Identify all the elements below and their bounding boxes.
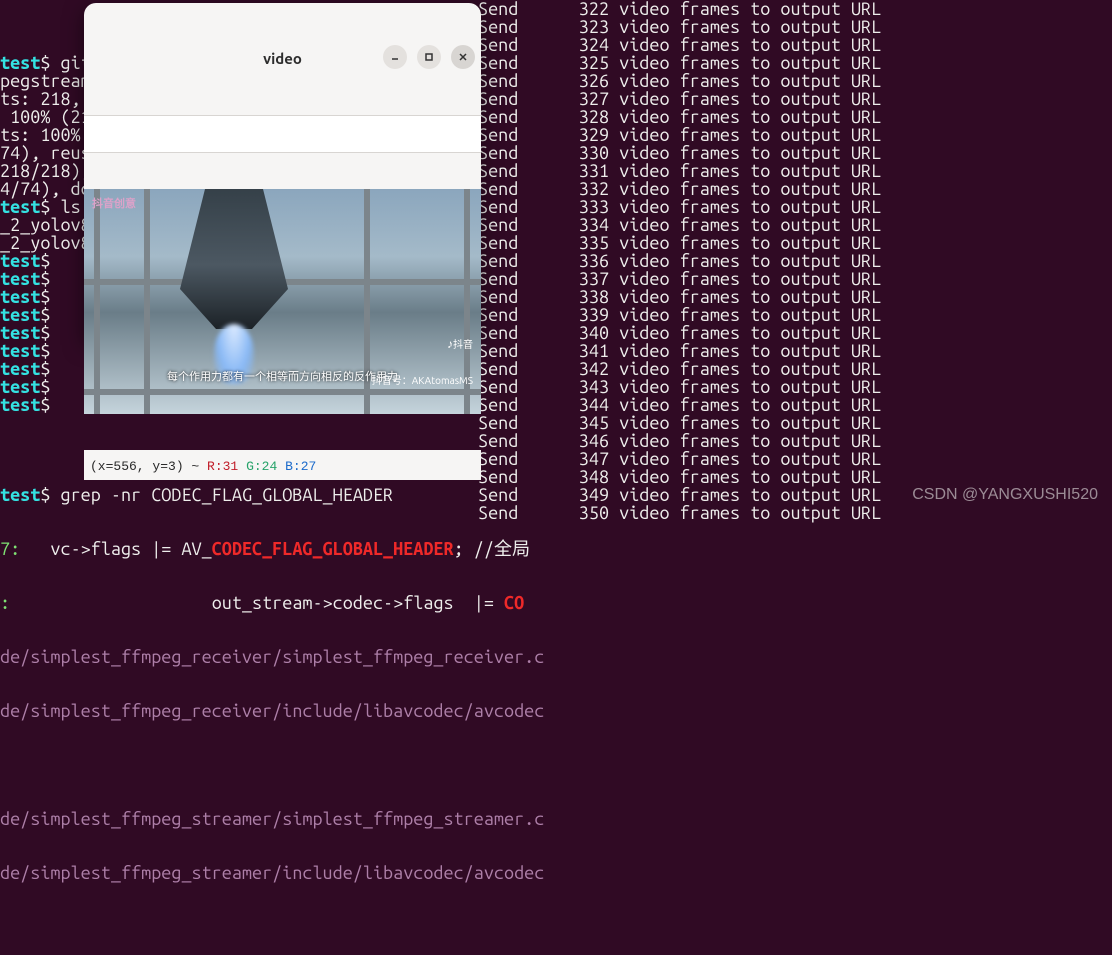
terminal-right-output: Send 322 video frames to output URLSend … <box>478 0 881 522</box>
watermark-bottom-right: ♪抖音 抖音号：AKAtomasMS <box>358 318 473 408</box>
window-titlebar[interactable]: video <box>84 39 481 79</box>
close-button[interactable] <box>451 45 475 69</box>
window-title: video <box>263 50 302 68</box>
watermark-top-left: 抖音创意 <box>92 195 136 213</box>
send-frame-line: Send 340 video frames to output URL <box>478 324 881 342</box>
send-frame-line: Send 324 video frames to output URL <box>478 36 881 54</box>
send-frame-line: Send 350 video frames to output URL <box>478 504 881 522</box>
grep-path-1: de/simplest_ffmpeg_receiver/simplest_ffm… <box>0 648 1112 666</box>
send-frame-line: Send 325 video frames to output URL <box>478 54 881 72</box>
csdn-watermark: CSDN @YANGXUSHI520 <box>912 486 1098 504</box>
video-frame[interactable]: 抖音创意 每个作用力都有一个相等而方向相反的反作用力 ♪抖音 抖音号：AKAto… <box>84 189 481 414</box>
send-frame-line: Send 339 video frames to output URL <box>478 306 881 324</box>
send-frame-line: Send 336 video frames to output URL <box>478 252 881 270</box>
grep-path-4: de/simplest_ffmpeg_streamer/include/liba… <box>0 864 1112 882</box>
send-frame-line: Send 346 video frames to output URL <box>478 432 881 450</box>
send-frame-line: Send 326 video frames to output URL <box>478 72 881 90</box>
send-frame-line: Send 347 video frames to output URL <box>478 450 881 468</box>
send-frame-line: Send 329 video frames to output URL <box>478 126 881 144</box>
video-player-window[interactable]: video 抖音创意 每个作用力都有一个相等而方向相反的反作用力 ♪抖音 抖音号… <box>84 3 481 339</box>
send-frame-line: Send 344 video frames to output URL <box>478 396 881 414</box>
send-frame-line: Send 322 video frames to output URL <box>478 0 881 18</box>
send-frame-line: Send 342 video frames to output URL <box>478 360 881 378</box>
send-frame-line: Send 335 video frames to output URL <box>478 234 881 252</box>
send-frame-line: Send 334 video frames to output URL <box>478 216 881 234</box>
send-frame-line: Send 332 video frames to output URL <box>478 180 881 198</box>
window-toolbar <box>84 115 481 153</box>
maximize-button[interactable] <box>417 45 441 69</box>
minimize-button[interactable] <box>383 45 407 69</box>
grep-path-3: de/simplest_ffmpeg_streamer/simplest_ffm… <box>0 810 1112 828</box>
send-frame-line: Send 323 video frames to output URL <box>478 18 881 36</box>
grep-path-2: de/simplest_ffmpeg_receiver/include/liba… <box>0 702 1112 720</box>
send-frame-line: Send 345 video frames to output URL <box>478 414 881 432</box>
video-status-bar: (x=556, y=3) ~ R:31 G:24 B:27 <box>84 450 481 480</box>
send-frame-line: Send 331 video frames to output URL <box>478 162 881 180</box>
grep-result-2: : out_stream->codec->flags |= CO <box>0 594 1112 612</box>
send-frame-line: Send 337 video frames to output URL <box>478 270 881 288</box>
prompt-sep: $ <box>40 485 50 505</box>
send-frame-line: Send 338 video frames to output URL <box>478 288 881 306</box>
send-frame-line: Send 333 video frames to output URL <box>478 198 881 216</box>
blank-line <box>0 756 1112 774</box>
send-frame-line: Send 327 video frames to output URL <box>478 90 881 108</box>
send-frame-line: Send 330 video frames to output URL <box>478 144 881 162</box>
grep-result-1: 7: vc->flags |= AV_CODEC_FLAG_GLOBAL_HEA… <box>0 540 1112 558</box>
send-frame-line: Send 349 video frames to output URL <box>478 486 881 504</box>
send-frame-line: Send 343 video frames to output URL <box>478 378 881 396</box>
send-frame-line: Send 348 video frames to output URL <box>478 468 881 486</box>
prompt-user: test <box>0 485 40 505</box>
send-frame-line: Send 341 video frames to output URL <box>478 342 881 360</box>
send-frame-line: Send 328 video frames to output URL <box>478 108 881 126</box>
window-controls <box>383 45 475 69</box>
